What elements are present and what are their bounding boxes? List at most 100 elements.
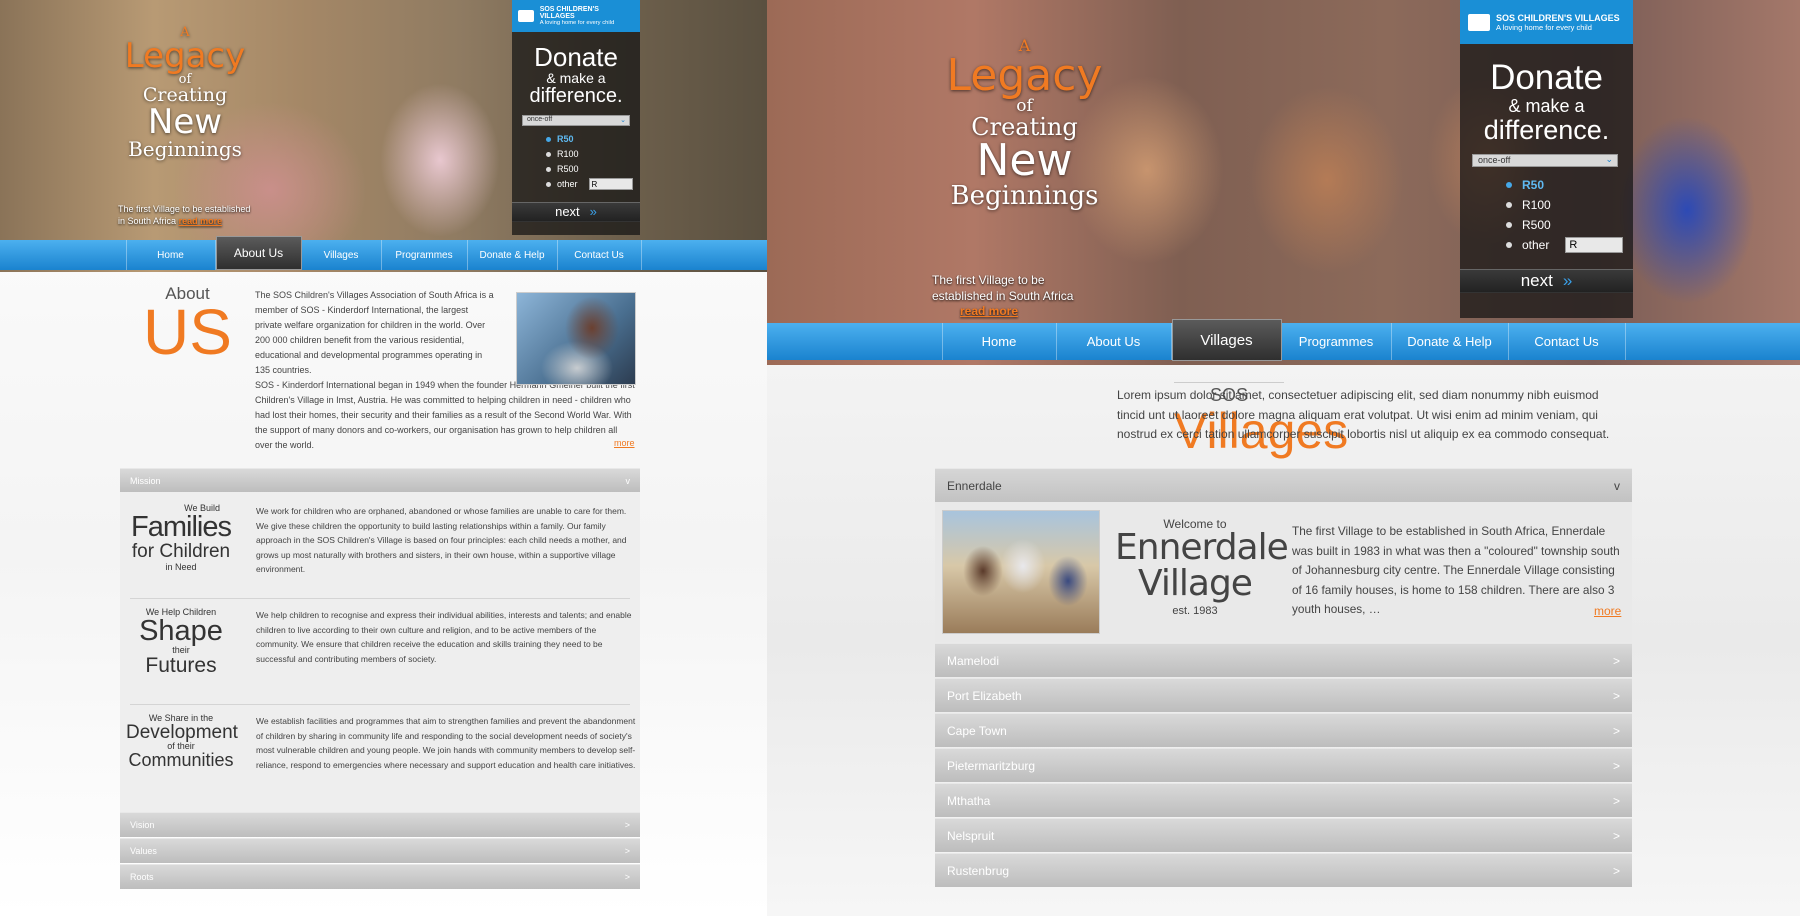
accordion-pietermaritzburg[interactable]: Pietermaritzburg > [935, 748, 1632, 782]
donate-heading-3: difference. [1483, 114, 1610, 145]
main-nav: Home About Us Villages Programmes Donate… [0, 236, 767, 270]
sos-logo-bar[interactable]: SOS CHILDREN'S VILLAGES A loving home for… [1460, 0, 1633, 44]
accordion-nelspruit[interactable]: Nelspruit > [935, 818, 1632, 852]
donate-heading-1: Donate [534, 42, 618, 72]
donate-heading-2: & make a [546, 70, 606, 87]
amount-option-r50[interactable]: R50 [1506, 175, 1633, 195]
sos-tagline: A loving home for every child [1496, 22, 1592, 32]
frequency-value: once-off [527, 115, 553, 123]
accordion-mission[interactable]: Mission v [120, 468, 640, 492]
nav-label: About Us [233, 246, 284, 260]
nav-label: Contact Us [574, 249, 624, 261]
sos-name: SOS CHILDREN'S VILLAGES [1496, 12, 1620, 23]
sos-logo-icon [1468, 13, 1490, 31]
sos-logo-bar[interactable]: SOS CHILDREN'S VILLAGES A loving home for… [512, 0, 640, 32]
block-bottom: in Need [165, 562, 197, 572]
about-paragraph-2: SOS - Kinderdorf International began in … [255, 380, 635, 450]
nav-label: Contact Us [1534, 334, 1599, 349]
read-more-link[interactable]: read more [960, 304, 1018, 318]
accordion-label: Vision [130, 820, 155, 830]
donate-heading-1: Donate [1490, 58, 1603, 97]
block-big-1: Shape [139, 615, 223, 647]
radio-icon [546, 166, 551, 172]
chevron-right-icon: > [624, 820, 630, 830]
block-heading: We Share in the Development of their Com… [126, 714, 238, 770]
accordion-mthatha[interactable]: Mthatha > [935, 783, 1632, 817]
chevron-right-icon: > [1612, 758, 1620, 773]
nav-programmes[interactable]: Programmes [382, 240, 468, 270]
ennerdale-more-link[interactable]: more [1594, 604, 1621, 618]
nav-label: Home [981, 334, 1017, 349]
divider [130, 704, 630, 705]
next-button[interactable]: next » [1460, 268, 1633, 293]
legacy-word: Legacy [124, 36, 246, 76]
nav-home[interactable]: Home [941, 323, 1057, 360]
radio-icon [1506, 241, 1512, 248]
legacy-beginnings: Beginnings [950, 181, 1099, 211]
welcome-name-2: Village [1138, 563, 1253, 604]
other-amount-input[interactable] [1565, 236, 1624, 253]
block-text: We work for children who are orphaned, a… [256, 506, 627, 575]
legacy-new: New [976, 135, 1073, 186]
nav-label: Programmes [395, 249, 453, 261]
accordion-values[interactable]: Values > [120, 838, 640, 863]
amount-label: other [557, 179, 578, 190]
amount-option-other[interactable]: other [1506, 235, 1633, 255]
frequency-select[interactable]: once-off ⌄ [522, 114, 630, 126]
amount-option-r500[interactable]: R500 [1506, 215, 1633, 235]
chevron-right-icon: > [624, 846, 630, 856]
chevron-right-icon: > [1612, 653, 1620, 668]
mission-panel: We Build Families for Children in Need W… [120, 492, 640, 812]
accordion-label: Mthatha [947, 793, 991, 808]
frequency-select[interactable]: once-off ⌄ [1472, 153, 1618, 167]
accordion-cape-town[interactable]: Cape Town > [935, 713, 1632, 747]
nav-label: Donate & Help [479, 249, 545, 261]
accordion-mamelodi[interactable]: Mamelodi > [935, 643, 1632, 677]
nav-label: Donate & Help [1407, 334, 1492, 349]
nav-contact-us[interactable]: Contact Us [1509, 323, 1626, 360]
about-paragraph-1: The SOS Children's Villages Association … [255, 290, 494, 375]
accordion-label: Values [130, 846, 157, 856]
amount-option-other[interactable]: other [546, 177, 640, 192]
nav-contact-us[interactable]: Contact Us [558, 240, 642, 270]
amount-option-r50[interactable]: R50 [546, 132, 640, 147]
accordion-label: Pietermaritzburg [947, 758, 1036, 773]
block-big-2: Futures [145, 654, 217, 677]
nav-villages[interactable]: Villages [302, 240, 382, 270]
accordion-rustenbrug[interactable]: Rustenbrug > [935, 853, 1632, 887]
chevron-down-icon: ⌄ [620, 116, 626, 124]
about-big: US [143, 296, 232, 368]
about-more-link[interactable]: more [614, 438, 635, 448]
block-text: We establish facilities and programmes t… [256, 716, 636, 770]
read-more-link[interactable]: read more [179, 216, 223, 226]
block-big-2: Communities [128, 750, 234, 770]
accordion-vision[interactable]: Vision > [120, 812, 640, 837]
nav-about-us[interactable]: About Us [1057, 323, 1172, 360]
next-button[interactable]: next » [512, 201, 640, 222]
nav-programmes[interactable]: Programmes [1282, 323, 1392, 360]
nav-donate-help[interactable]: Donate & Help [1392, 323, 1509, 360]
legacy-heading: A Legacy of Creating New Beginnings [110, 26, 260, 159]
accordion-ennerdale[interactable]: Ennerdale v [935, 468, 1632, 502]
main-nav: Home About Us Villages Programmes Donate… [767, 319, 1800, 361]
villages-intro: Lorem ipsum dolor sit amet, consectetuer… [1117, 388, 1610, 441]
radio-icon [546, 136, 551, 142]
amount-option-r100[interactable]: R100 [1506, 195, 1633, 215]
sos-tagline: A loving home for every child [539, 20, 615, 26]
nav-villages[interactable]: Villages [1171, 319, 1282, 361]
accordion-port-elizabeth[interactable]: Port Elizabeth > [935, 678, 1632, 712]
first-village-blurb: The first Village to be established in S… [932, 273, 1107, 320]
chevron-right-icon: » [589, 204, 597, 220]
amount-option-r100[interactable]: R100 [546, 147, 640, 162]
block-heading: We Build Families for Children in Need [126, 504, 236, 572]
accordion-roots[interactable]: Roots > [120, 864, 640, 889]
amount-option-r500[interactable]: R500 [546, 162, 640, 177]
first-village-text: The first Village to be established in S… [932, 273, 1074, 303]
nav-home[interactable]: Home [125, 240, 216, 270]
next-label: next [1520, 270, 1553, 290]
accordion-label: Mission [130, 475, 161, 486]
nav-donate-help[interactable]: Donate & Help [468, 240, 558, 270]
nav-about-us[interactable]: About Us [215, 236, 302, 270]
other-amount-input[interactable] [588, 178, 633, 191]
chevron-right-icon: > [1612, 793, 1620, 808]
